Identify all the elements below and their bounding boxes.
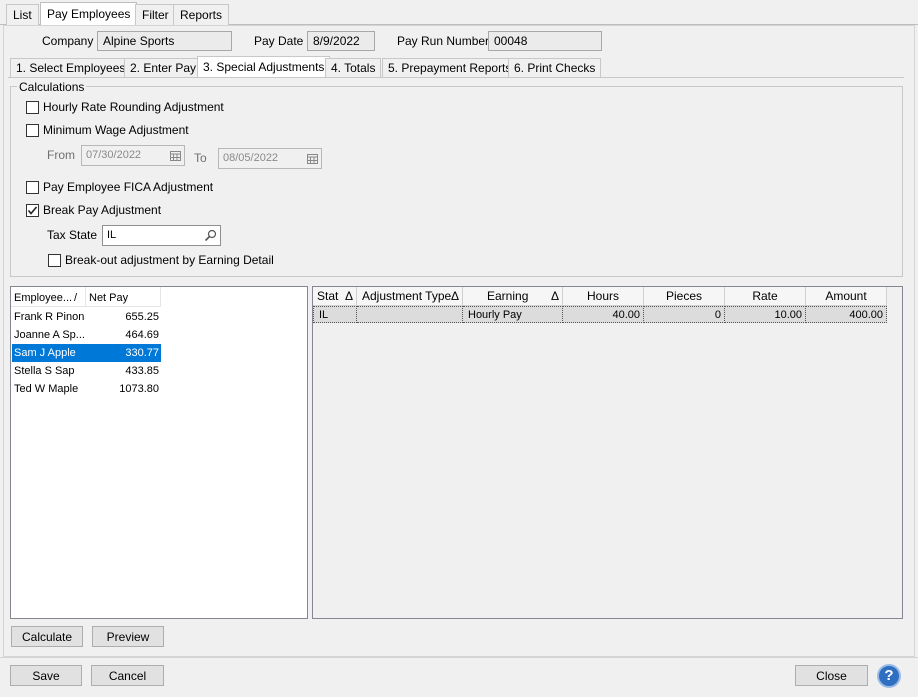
search-icon[interactable] xyxy=(204,229,217,242)
calendar-icon[interactable] xyxy=(307,153,318,164)
col-amount[interactable]: Amount xyxy=(806,287,887,305)
tab-select-employees[interactable]: 1. Select Employees xyxy=(10,58,132,77)
check-icon xyxy=(27,206,38,215)
tax-state-input[interactable]: IL xyxy=(102,225,221,246)
pay-date-field: 8/9/2022 xyxy=(307,31,375,51)
calendar-icon[interactable] xyxy=(170,150,181,161)
fica-checkbox[interactable] xyxy=(26,181,39,194)
tab-filter[interactable]: Filter xyxy=(135,4,176,25)
col-rate-label: Rate xyxy=(752,289,778,303)
adjustment-grid[interactable]: Stat Δ Adjustment Type Δ Earning Δ Hours Pi… xyxy=(312,286,903,619)
to-date-value: 08/05/2022 xyxy=(223,152,279,164)
col-earning-label: Earning xyxy=(487,289,529,303)
tax-state-label: Tax State xyxy=(47,228,98,242)
net-pay-value: 433.85 xyxy=(125,365,159,377)
cell-amount[interactable]: 400.00 xyxy=(806,306,887,323)
col-hours[interactable]: Hours xyxy=(563,287,644,305)
sort-icon: Δ xyxy=(345,289,354,303)
employee-list-header: Employee... / Net Pay xyxy=(11,287,161,307)
breakout-checkbox[interactable] xyxy=(48,254,61,267)
min-wage-label: Minimum Wage Adjustment xyxy=(43,123,189,137)
tab-pay-employees[interactable]: Pay Employees xyxy=(40,2,138,25)
close-button[interactable]: Close xyxy=(795,665,868,686)
list-item[interactable]: Stella S Sap 433.85 xyxy=(12,362,161,380)
employee-list[interactable]: Employee... / Net Pay Frank R Pinon 655.2… xyxy=(10,286,308,619)
cell-pieces[interactable]: 0 xyxy=(644,306,725,323)
net-pay-value: 330.77 xyxy=(125,347,159,359)
tab-reports[interactable]: Reports xyxy=(173,4,230,25)
tab-prepayment-reports[interactable]: 5. Prepayment Reports xyxy=(382,58,518,77)
col-net-pay[interactable]: Net Pay xyxy=(89,292,128,304)
employee-name: Sam J Apple xyxy=(14,347,76,359)
col-pieces-label: Pieces xyxy=(665,289,703,303)
save-button[interactable]: Save xyxy=(10,665,82,686)
net-pay-value: 655.25 xyxy=(125,311,159,323)
list-item[interactable]: Joanne A Sp... 464.69 xyxy=(12,326,161,344)
fica-label: Pay Employee FICA Adjustment xyxy=(43,180,214,194)
to-label: To xyxy=(194,151,207,165)
col-earning[interactable]: Earning Δ xyxy=(463,287,563,305)
col-stat-label: Stat xyxy=(317,289,339,303)
tab-print-checks[interactable]: 6. Print Checks xyxy=(508,58,602,77)
cell-adjustment-type[interactable] xyxy=(357,306,463,323)
calculations-legend: Calculations xyxy=(17,80,87,94)
company-field: Alpine Sports xyxy=(97,31,232,51)
employee-name: Frank R Pinon xyxy=(14,311,85,323)
col-adjustment-type[interactable]: Adjustment Type Δ xyxy=(357,287,463,305)
list-item-selected[interactable]: Sam J Apple 330.77 xyxy=(12,344,161,362)
tab-special-adjustments[interactable]: 3. Special Adjustments xyxy=(197,56,331,77)
net-pay-value: 464.69 xyxy=(125,329,159,341)
col-hours-label: Hours xyxy=(586,289,619,303)
cancel-button[interactable]: Cancel xyxy=(91,665,164,686)
company-label: Company xyxy=(42,34,94,48)
from-date-value: 07/30/2022 xyxy=(86,149,142,161)
sort-icon: Δ xyxy=(551,289,560,303)
list-item[interactable]: Frank R Pinon 655.25 xyxy=(12,308,161,326)
cell-rate[interactable]: 10.00 xyxy=(725,306,806,323)
col-amount-label: Amount xyxy=(825,289,867,303)
col-employee[interactable]: Employee... xyxy=(14,292,72,304)
from-label: From xyxy=(47,148,75,162)
pay-run-label: Pay Run Number xyxy=(397,34,490,48)
tab-list[interactable]: List xyxy=(6,4,39,25)
col-adjustment-type-label: Adjustment Type xyxy=(362,289,452,303)
break-pay-checkbox[interactable] xyxy=(26,204,39,217)
employee-name: Stella S Sap xyxy=(14,365,75,377)
tab-enter-pay[interactable]: 2. Enter Pay xyxy=(124,58,203,77)
preview-button[interactable]: Preview xyxy=(92,626,164,647)
sort-icon: / xyxy=(74,292,78,304)
tax-state-value: IL xyxy=(107,229,117,241)
employee-name: Joanne A Sp... xyxy=(14,329,85,341)
sort-icon: Δ xyxy=(451,289,460,303)
min-wage-checkbox[interactable] xyxy=(26,124,39,137)
cell-earning[interactable]: Hourly Pay xyxy=(463,306,563,323)
col-rate[interactable]: Rate xyxy=(725,287,806,305)
list-item[interactable]: Ted W Maple 1073.80 xyxy=(12,380,161,398)
employee-name: Ted W Maple xyxy=(14,383,79,395)
calculate-button[interactable]: Calculate xyxy=(11,626,83,647)
to-date-field[interactable]: 08/05/2022 xyxy=(218,148,322,169)
cell-hours[interactable]: 40.00 xyxy=(563,306,644,323)
col-stat[interactable]: Stat Δ xyxy=(313,287,357,305)
tab-totals[interactable]: 4. Totals xyxy=(325,58,382,77)
hourly-rounding-checkbox[interactable] xyxy=(26,101,39,114)
pay-date-label: Pay Date xyxy=(254,34,304,48)
hourly-rounding-label: Hourly Rate Rounding Adjustment xyxy=(43,100,224,114)
net-pay-value: 1073.80 xyxy=(119,383,159,395)
cell-stat[interactable]: IL xyxy=(313,306,357,323)
break-pay-label: Break Pay Adjustment xyxy=(43,203,162,217)
breakout-label: Break-out adjustment by Earning Detail xyxy=(65,253,274,267)
col-pieces[interactable]: Pieces xyxy=(644,287,725,305)
help-icon[interactable]: ? xyxy=(877,664,901,688)
pay-run-field: 00048 xyxy=(488,31,602,51)
from-date-field[interactable]: 07/30/2022 xyxy=(81,145,185,166)
